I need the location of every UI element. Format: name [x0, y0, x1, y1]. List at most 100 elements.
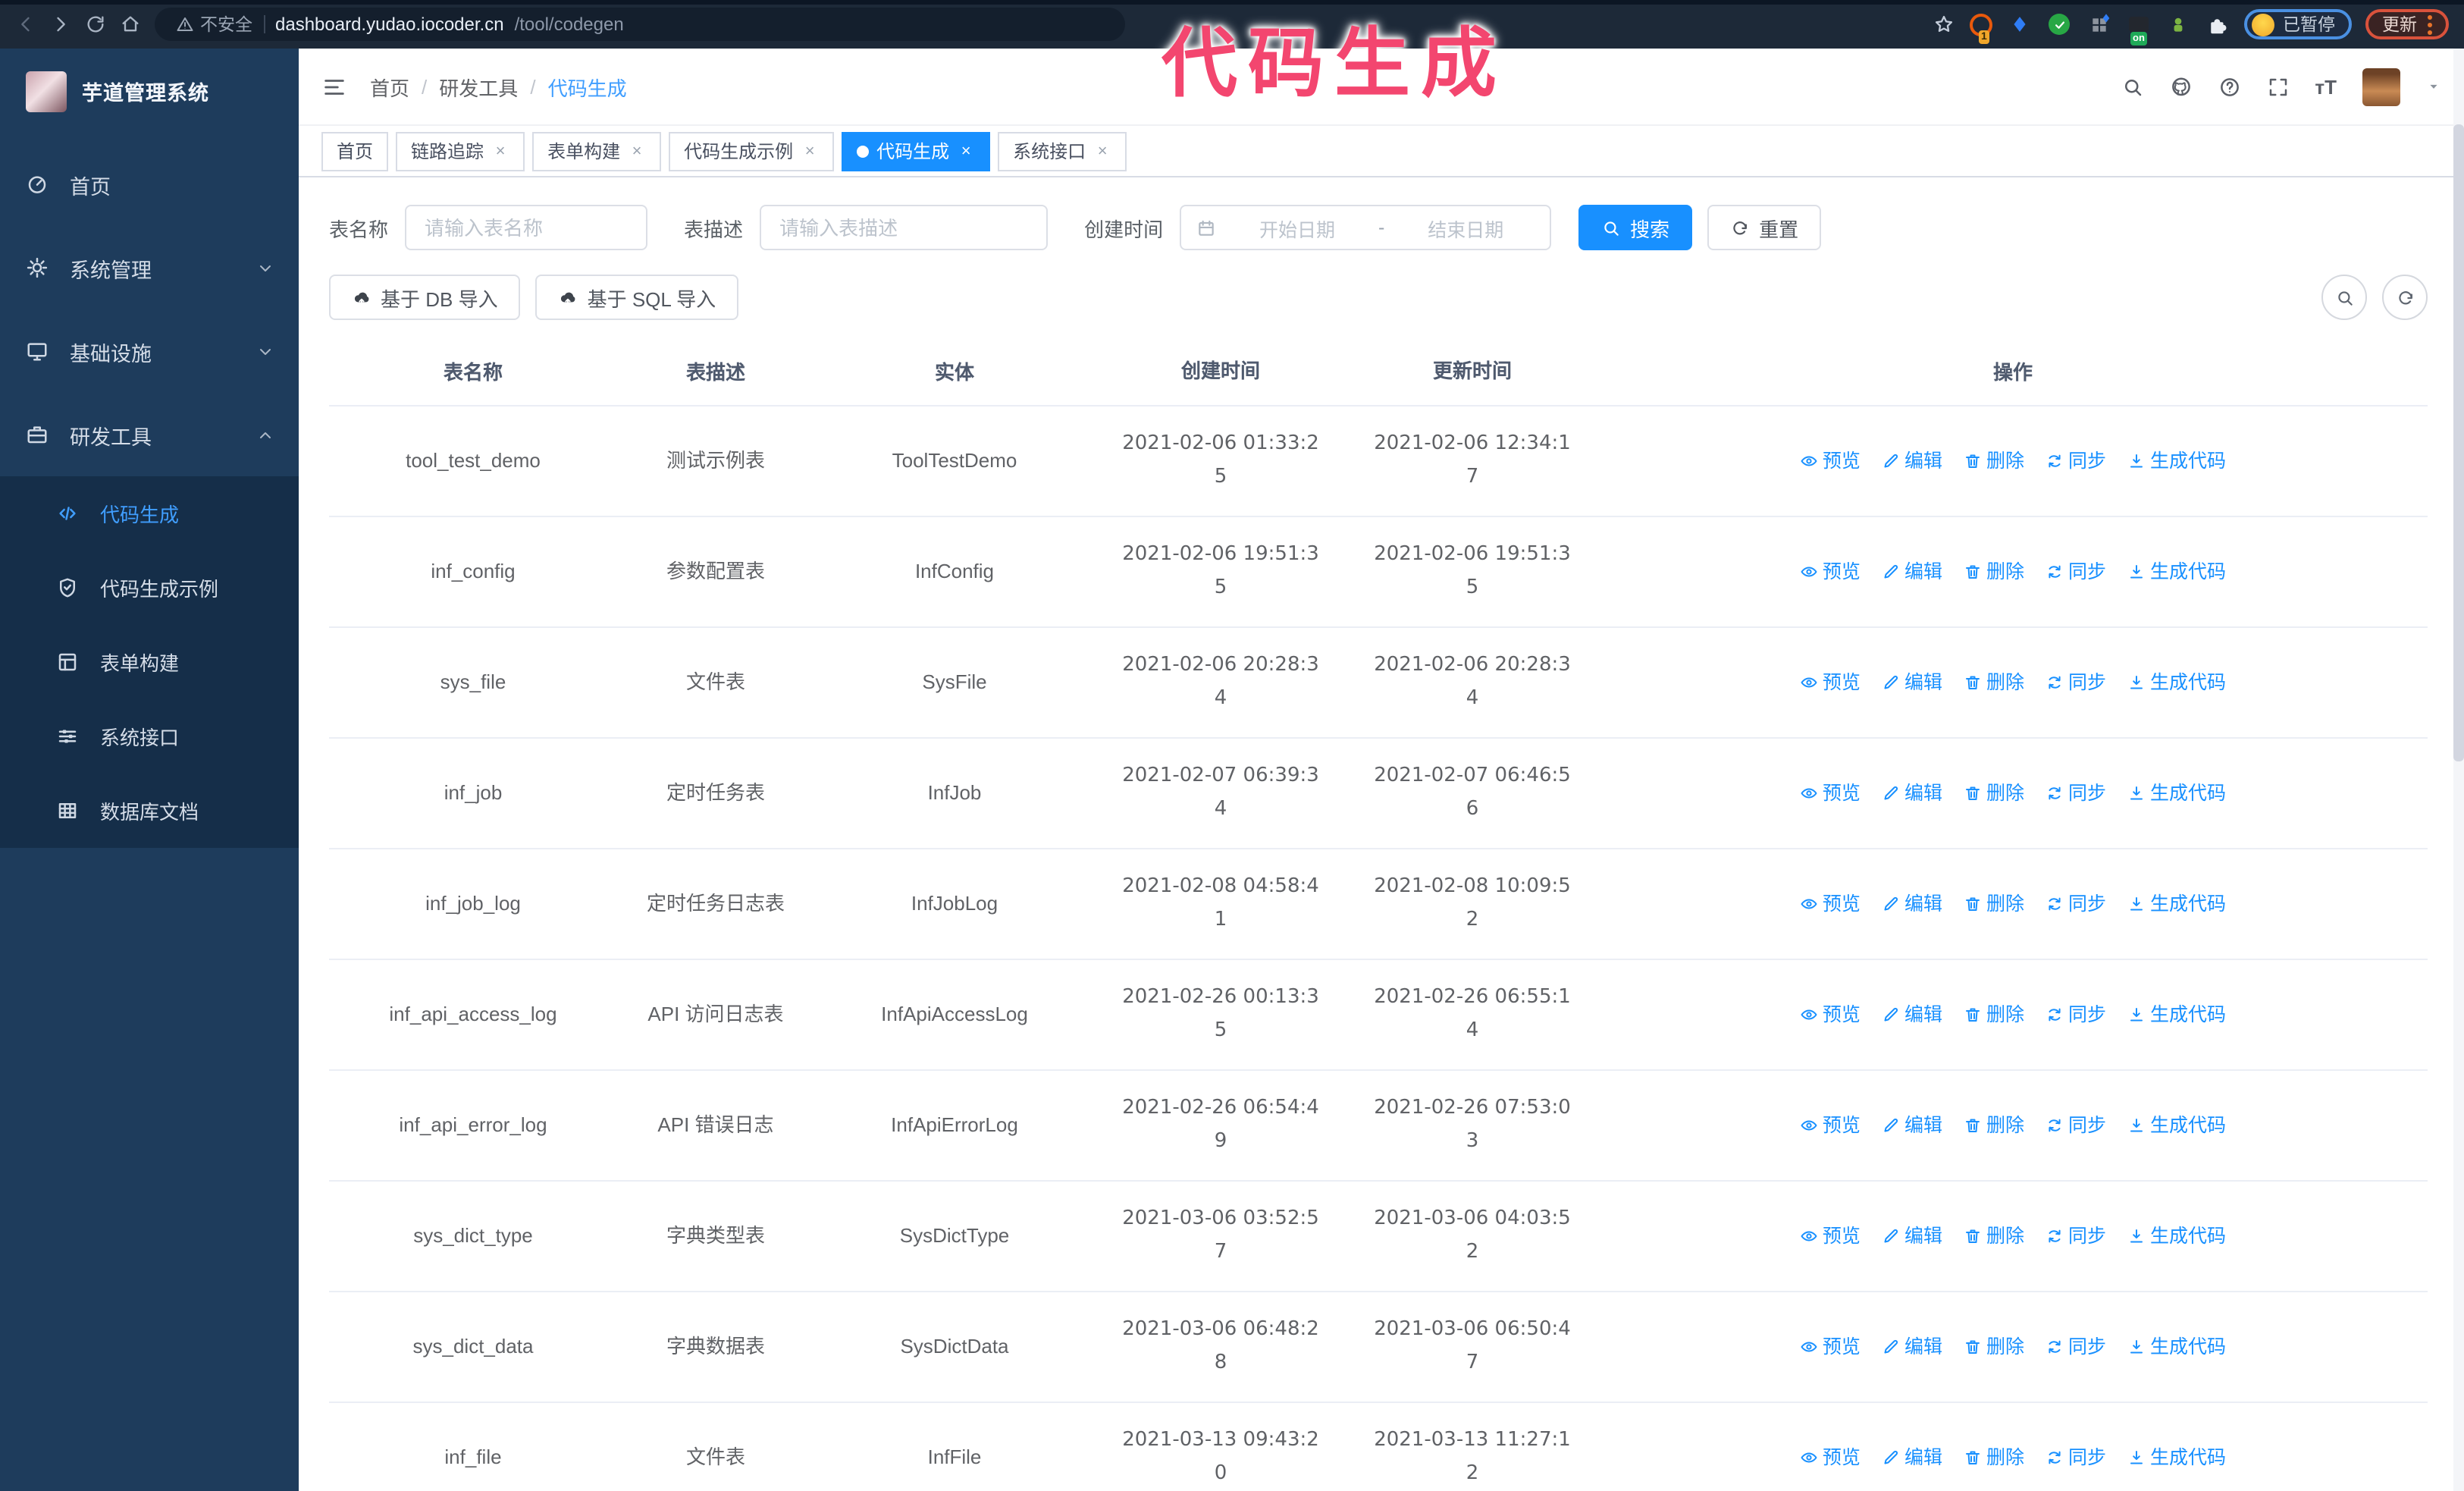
action-delete-link[interactable]: 删除 — [1964, 1333, 2024, 1361]
back-button[interactable] — [15, 14, 36, 35]
close-icon[interactable] — [628, 142, 646, 160]
app-logo-row[interactable]: 芋道管理系统 — [0, 58, 299, 124]
action-eye-link[interactable]: 预览 — [1800, 1444, 1861, 1471]
sidebar-item-8[interactable]: 数据库文档 — [0, 774, 299, 848]
user-avatar[interactable] — [2362, 67, 2400, 105]
action-edit-link[interactable]: 编辑 — [1882, 558, 1942, 585]
action-sync-link[interactable]: 同步 — [2045, 558, 2106, 585]
caret-down-icon[interactable] — [2426, 79, 2441, 94]
action-edit-link[interactable]: 编辑 — [1882, 1223, 1942, 1250]
action-eye-link[interactable]: 预览 — [1800, 1001, 1861, 1028]
extension-icon-grid[interactable] — [2086, 11, 2111, 37]
action-sync-link[interactable]: 同步 — [2045, 890, 2106, 918]
action-delete-link[interactable]: 删除 — [1964, 1444, 2024, 1471]
address-bar[interactable]: 不安全 dashboard.yudao.iocoder.cn/tool/code… — [155, 8, 1125, 41]
tab-2[interactable]: 表单构建 — [532, 131, 662, 171]
import-db-button[interactable]: 基于 DB 导入 — [329, 275, 521, 320]
sidebar-item-5[interactable]: 代码生成示例 — [0, 551, 299, 625]
reload-button[interactable] — [85, 14, 106, 35]
action-eye-link[interactable]: 预览 — [1800, 890, 1861, 918]
search-button[interactable]: 搜索 — [1578, 205, 1693, 250]
sidebar-item-0[interactable]: 首页 — [0, 143, 299, 226]
action-sync-link[interactable]: 同步 — [2045, 780, 2106, 807]
action-download-link[interactable]: 生成代码 — [2127, 780, 2226, 807]
tab-5[interactable]: 系统接口 — [998, 131, 1127, 171]
table-name-input[interactable] — [405, 205, 648, 250]
action-delete-link[interactable]: 删除 — [1964, 447, 2024, 475]
tab-4[interactable]: 代码生成 — [842, 131, 991, 171]
extension-icon-green-check[interactable] — [2046, 11, 2072, 37]
action-edit-link[interactable]: 编辑 — [1882, 1001, 1942, 1028]
action-edit-link[interactable]: 编辑 — [1882, 1333, 1942, 1361]
action-delete-link[interactable]: 删除 — [1964, 780, 2024, 807]
sidebar-item-6[interactable]: 表单构建 — [0, 625, 299, 699]
close-icon[interactable] — [1093, 142, 1111, 160]
breadcrumb-home[interactable]: 首页 — [370, 72, 409, 101]
tab-1[interactable]: 链路追踪 — [396, 131, 525, 171]
extension-icon-android[interactable] — [2165, 11, 2190, 37]
extension-icon-on[interactable]: on — [2125, 11, 2151, 45]
action-download-link[interactable]: 生成代码 — [2127, 1223, 2226, 1250]
action-sync-link[interactable]: 同步 — [2045, 1444, 2106, 1471]
action-download-link[interactable]: 生成代码 — [2127, 1333, 2226, 1361]
action-sync-link[interactable]: 同步 — [2045, 447, 2106, 475]
sidebar-item-7[interactable]: 系统接口 — [0, 699, 299, 774]
table-desc-input[interactable] — [760, 205, 1049, 250]
date-range-picker[interactable]: 开始日期 - 结束日期 — [1180, 205, 1552, 250]
tab-3[interactable]: 代码生成示例 — [669, 131, 835, 171]
action-eye-link[interactable]: 预览 — [1800, 558, 1861, 585]
security-warning[interactable]: 不安全 — [176, 12, 252, 36]
action-delete-link[interactable]: 删除 — [1964, 890, 2024, 918]
hamburger-icon[interactable] — [321, 74, 347, 99]
github-icon[interactable] — [2169, 75, 2192, 98]
action-edit-link[interactable]: 编辑 — [1882, 890, 1942, 918]
action-eye-link[interactable]: 预览 — [1800, 780, 1861, 807]
action-edit-link[interactable]: 编辑 — [1882, 447, 1942, 475]
update-button[interactable]: 更新 — [2365, 9, 2449, 39]
extension-icon-diamond[interactable] — [2007, 11, 2033, 37]
action-sync-link[interactable]: 同步 — [2045, 1223, 2106, 1250]
action-delete-link[interactable]: 删除 — [1964, 1223, 2024, 1250]
forward-button[interactable] — [50, 14, 71, 35]
action-download-link[interactable]: 生成代码 — [2127, 890, 2226, 918]
close-icon[interactable] — [491, 142, 509, 160]
reset-button[interactable]: 重置 — [1707, 205, 1822, 250]
action-edit-link[interactable]: 编辑 — [1882, 1112, 1942, 1139]
home-button[interactable] — [120, 14, 141, 35]
action-download-link[interactable]: 生成代码 — [2127, 558, 2226, 585]
action-sync-link[interactable]: 同步 — [2045, 669, 2106, 696]
sidebar-item-3[interactable]: 研发工具 — [0, 393, 299, 476]
action-eye-link[interactable]: 预览 — [1800, 447, 1861, 475]
close-icon[interactable] — [801, 142, 819, 160]
refresh-table-button[interactable] — [2382, 275, 2428, 320]
action-delete-link[interactable]: 删除 — [1964, 1001, 2024, 1028]
breadcrumb-devtools[interactable]: 研发工具 — [439, 72, 518, 101]
browser-menu-icon[interactable] — [2428, 14, 2432, 34]
action-delete-link[interactable]: 删除 — [1964, 1112, 2024, 1139]
scrollbar-thumb[interactable] — [2453, 124, 2464, 761]
action-edit-link[interactable]: 编辑 — [1882, 780, 1942, 807]
action-sync-link[interactable]: 同步 — [2045, 1333, 2106, 1361]
action-sync-link[interactable]: 同步 — [2045, 1112, 2106, 1139]
extensions-puzzle-icon[interactable] — [2204, 11, 2230, 37]
action-eye-link[interactable]: 预览 — [1800, 1333, 1861, 1361]
extension-icon-orange[interactable]: 1 — [1967, 11, 1993, 43]
action-eye-link[interactable]: 预览 — [1800, 1112, 1861, 1139]
action-edit-link[interactable]: 编辑 — [1882, 669, 1942, 696]
action-download-link[interactable]: 生成代码 — [2127, 1444, 2226, 1471]
action-eye-link[interactable]: 预览 — [1800, 1223, 1861, 1250]
font-size-icon[interactable]: тT — [2315, 75, 2337, 98]
help-icon[interactable] — [2218, 75, 2240, 98]
page-scrollbar[interactable] — [2453, 49, 2464, 1491]
action-download-link[interactable]: 生成代码 — [2127, 447, 2226, 475]
action-sync-link[interactable]: 同步 — [2045, 1001, 2106, 1028]
import-sql-button[interactable]: 基于 SQL 导入 — [535, 275, 739, 320]
sidebar-item-1[interactable]: 系统管理 — [0, 226, 299, 309]
bookmark-star-icon[interactable] — [1933, 14, 1954, 35]
sidebar-item-2[interactable]: 基础设施 — [0, 309, 299, 393]
tab-0[interactable]: 首页 — [321, 131, 389, 171]
close-icon[interactable] — [957, 142, 975, 160]
profile-paused-chip[interactable]: 已暂停 — [2243, 9, 2352, 39]
action-download-link[interactable]: 生成代码 — [2127, 669, 2226, 696]
action-delete-link[interactable]: 删除 — [1964, 558, 2024, 585]
